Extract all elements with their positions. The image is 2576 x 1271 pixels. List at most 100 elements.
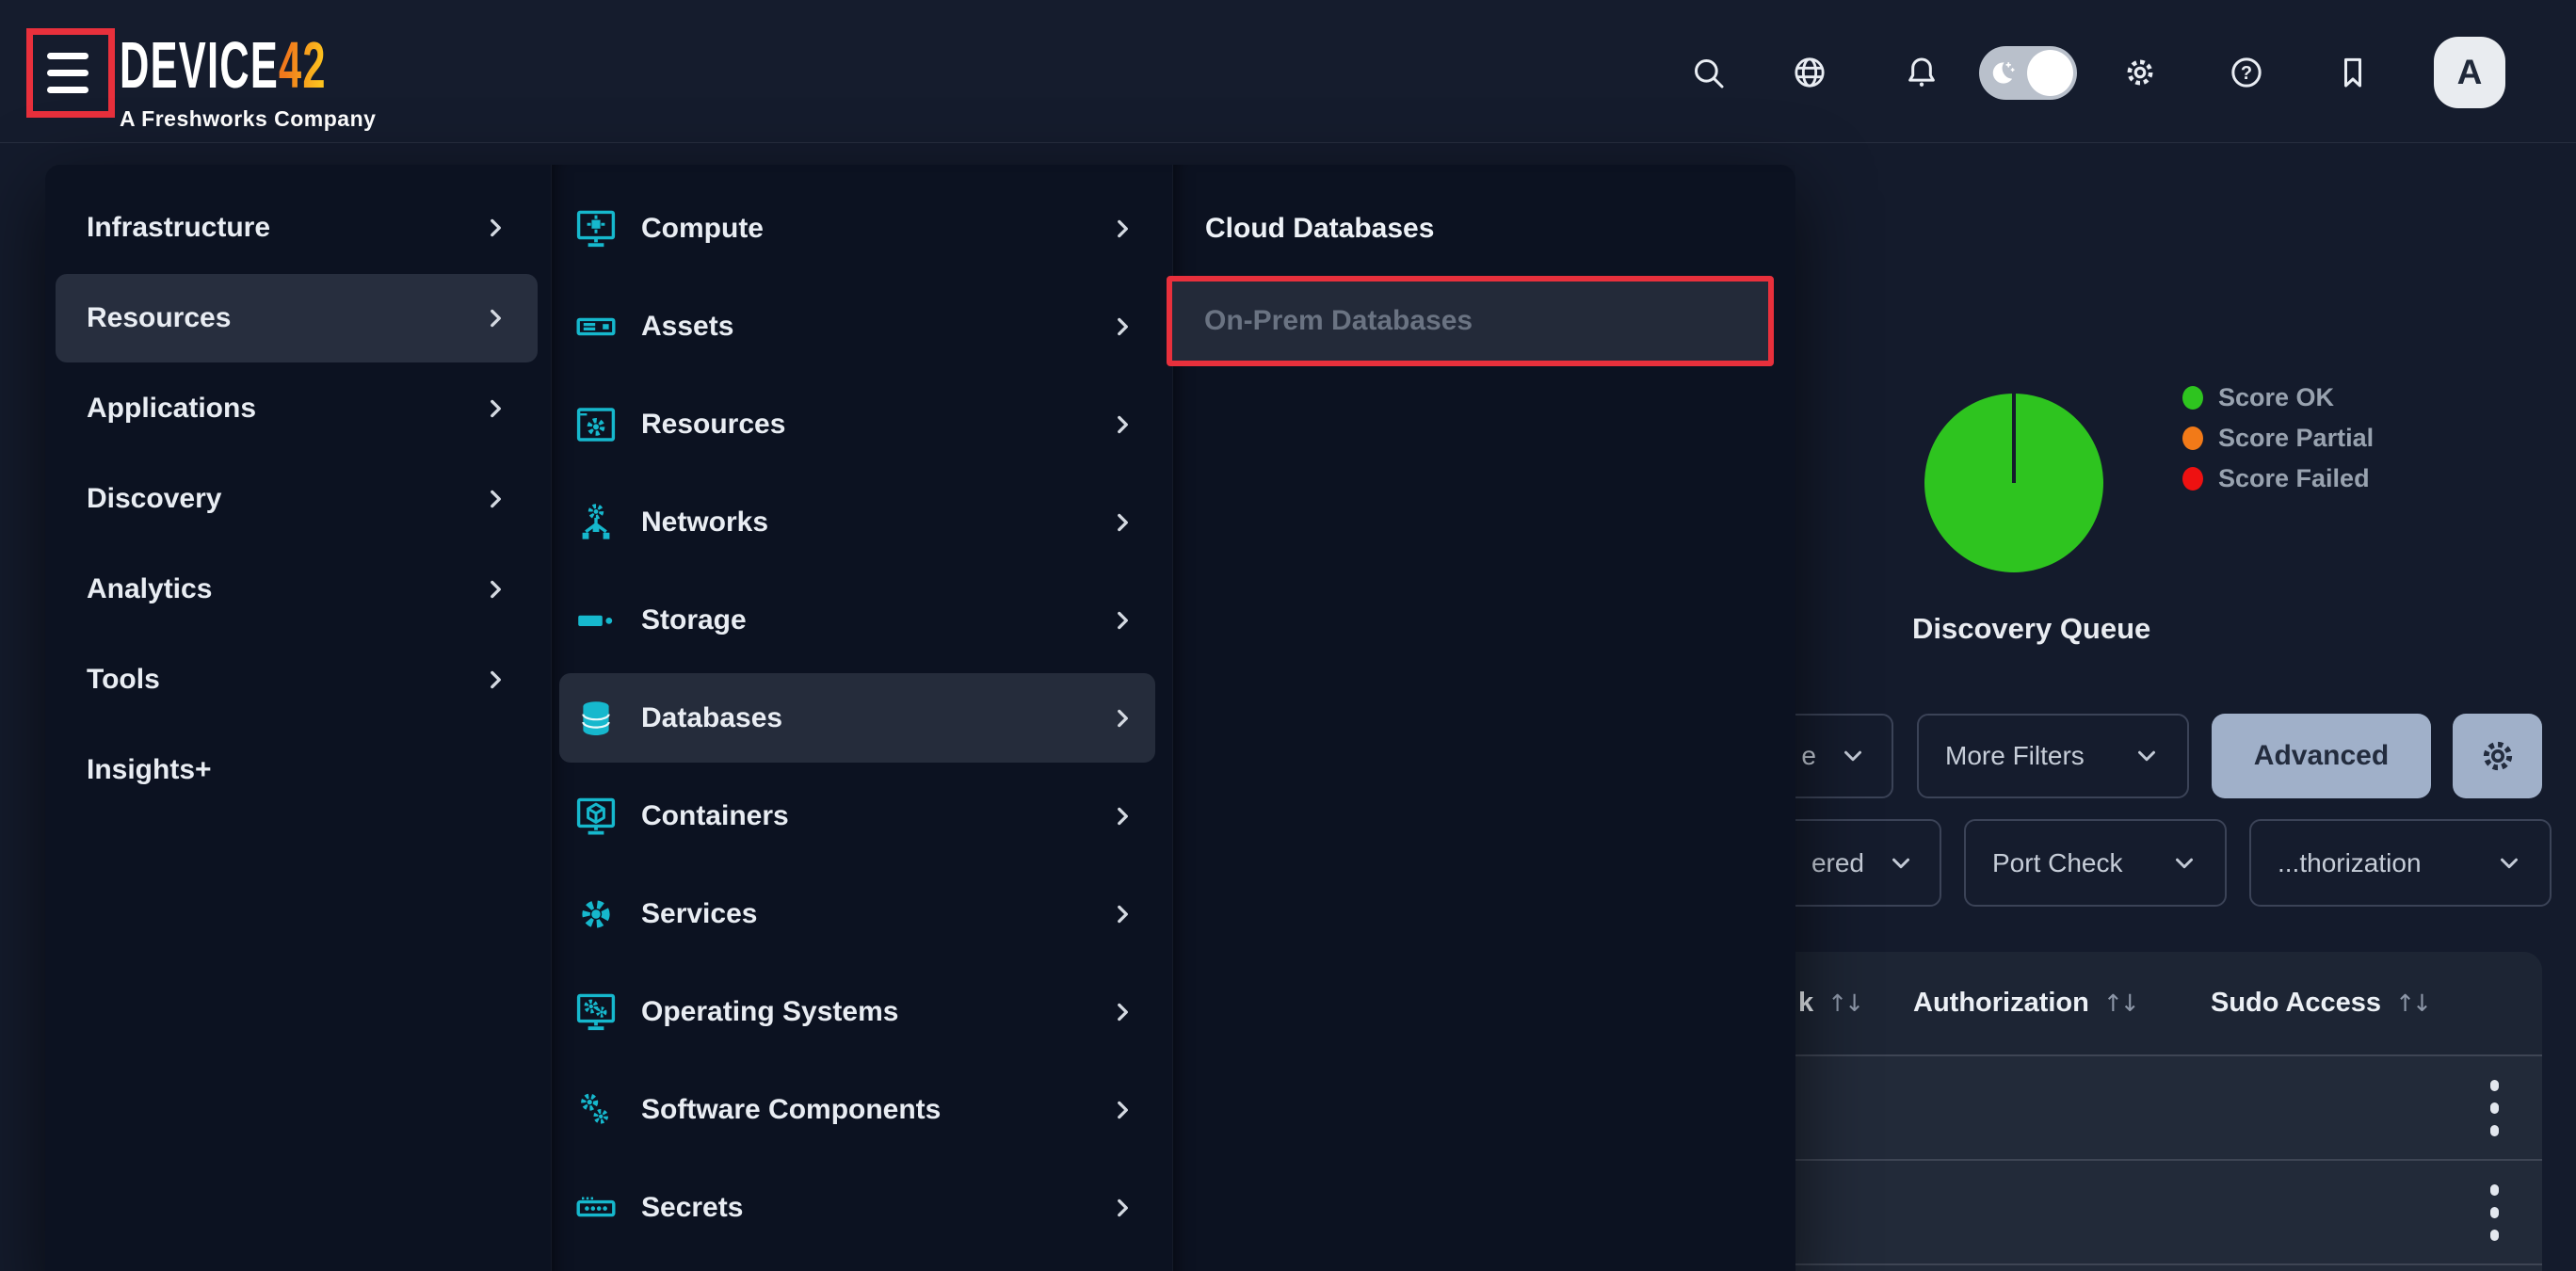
databases-icon — [573, 696, 619, 741]
menu-item-discovery[interactable]: Discovery — [56, 455, 538, 543]
menu-item-label: On-Prem Databases — [1204, 305, 1473, 337]
row-actions-kebab-icon[interactable] — [2485, 1179, 2504, 1247]
chevron-right-icon — [483, 306, 507, 330]
assets-icon — [573, 304, 619, 349]
filter-dropdown-label: ered — [1811, 848, 1864, 878]
menu-item-label: Services — [641, 898, 757, 930]
menu-item-label: Resources — [641, 409, 785, 441]
menu-item-analytics[interactable]: Analytics — [56, 545, 538, 634]
menu-item-tools[interactable]: Tools — [56, 636, 538, 724]
column-header-authorization[interactable]: Authorization ↑↓ — [1913, 952, 2137, 1054]
chevron-right-icon — [483, 396, 507, 421]
chevron-right-icon — [483, 216, 507, 240]
menu-item-databases[interactable]: Databases — [559, 673, 1155, 763]
search-button[interactable] — [1687, 52, 1729, 93]
legend-label: Score OK — [2218, 383, 2334, 412]
hamburger-menu-button[interactable] — [26, 28, 115, 118]
menu-item-resources-l2[interactable]: Resources — [559, 379, 1155, 469]
menu-item-label: Containers — [641, 800, 789, 832]
sort-icon[interactable]: ↑↓ — [2395, 989, 2429, 1017]
menu-level2-column: Compute Assets Resources — [551, 165, 1172, 1271]
more-filters-dropdown[interactable]: More Filters — [1917, 714, 2189, 798]
containers-icon — [573, 794, 619, 839]
chevron-right-icon — [1110, 412, 1135, 437]
score-partial-dot-icon — [2182, 426, 2203, 450]
menu-item-containers[interactable]: Containers — [559, 771, 1155, 861]
discovery-queue-pie-chart — [1924, 394, 2103, 572]
menu-item-label: Storage — [641, 604, 747, 636]
sort-icon[interactable]: ↑↓ — [1827, 989, 1861, 1017]
theme-toggle[interactable] — [1979, 46, 2077, 100]
operating-systems-icon — [573, 989, 619, 1035]
table-settings-button[interactable] — [2453, 714, 2542, 798]
device42-logo[interactable]: DEVICE42 A Freshworks Company — [120, 32, 454, 132]
menu-item-label: Discovery — [87, 483, 221, 515]
sort-icon[interactable]: ↑↓ — [2103, 989, 2137, 1017]
menu-level3-column: Cloud Databases On-Prem Databases — [1172, 165, 1795, 1271]
search-icon — [1689, 54, 1727, 91]
settings-gear-icon — [2120, 53, 2160, 92]
chevron-right-icon — [483, 668, 507, 692]
column-header-sudo-access[interactable]: Sudo Access ↑↓ — [2211, 952, 2429, 1054]
chevron-down-icon — [1839, 742, 1867, 770]
chevron-right-icon — [1110, 804, 1135, 829]
row-actions-kebab-icon[interactable] — [2485, 1074, 2504, 1142]
bookmarks-button[interactable] — [2332, 52, 2374, 93]
help-button[interactable]: ? — [2226, 52, 2267, 93]
menu-item-insights-plus[interactable]: Insights+ — [56, 726, 538, 814]
bookmark-icon — [2334, 54, 2372, 91]
advanced-button[interactable]: Advanced — [2212, 714, 2431, 798]
menu-item-label: Cloud Databases — [1205, 213, 1434, 245]
menu-item-label: Infrastructure — [87, 212, 270, 244]
chevron-right-icon — [1110, 217, 1135, 241]
software-components-icon — [573, 1087, 619, 1133]
logo-tagline: A Freshworks Company — [120, 106, 454, 132]
menu-item-cloud-databases[interactable]: Cloud Databases — [1173, 184, 1795, 273]
language-button[interactable] — [1789, 52, 1830, 93]
menu-item-label: Tools — [87, 664, 160, 696]
moon-icon — [1988, 58, 2017, 88]
legend-label: Score Partial — [2218, 424, 2374, 453]
menu-item-infrastructure[interactable]: Infrastructure — [56, 184, 538, 272]
port-check-dropdown[interactable]: Port Check — [1964, 819, 2227, 907]
chevron-right-icon — [1110, 608, 1135, 633]
score-ok-dot-icon — [2182, 386, 2203, 410]
menu-item-label: Resources — [87, 302, 231, 334]
logo-wordmark: DEVICE42 — [120, 32, 327, 98]
top-navigation-bar: DEVICE42 A Freshworks Company — [0, 0, 2576, 143]
chevron-right-icon — [1110, 706, 1135, 731]
user-avatar[interactable]: A — [2434, 37, 2505, 108]
menu-item-applications[interactable]: Applications — [56, 364, 538, 453]
secrets-icon — [573, 1185, 619, 1231]
help-icon: ? — [2228, 54, 2265, 91]
menu-item-services[interactable]: Services — [559, 869, 1155, 958]
menu-item-software-components[interactable]: Software Components — [559, 1065, 1155, 1154]
legend-item-score-partial: Score Partial — [2182, 418, 2374, 459]
menu-item-networks[interactable]: Networks — [559, 477, 1155, 567]
avatar-letter: A — [2457, 53, 2483, 92]
device42-app: Score OK Score Partial Score Failed Disc… — [0, 0, 2576, 1271]
menu-item-secrets[interactable]: Secrets — [559, 1163, 1155, 1252]
authorization-dropdown[interactable]: ...thorization — [2249, 819, 2552, 907]
menu-item-operating-systems[interactable]: Operating Systems — [559, 967, 1155, 1056]
toggle-knob — [2027, 50, 2073, 96]
legend-label: Score Failed — [2218, 464, 2370, 493]
menu-item-label: Analytics — [87, 573, 212, 605]
menu-item-label: Insights+ — [87, 754, 212, 786]
pie-slice-divider — [2012, 394, 2016, 483]
menu-item-on-prem-databases[interactable]: On-Prem Databases — [1167, 276, 1774, 366]
settings-button[interactable] — [2119, 52, 2161, 93]
chevron-right-icon — [1110, 1098, 1135, 1122]
networks-icon — [573, 500, 619, 545]
legend-item-score-ok: Score OK — [2182, 378, 2334, 418]
menu-item-assets[interactable]: Assets — [559, 282, 1155, 371]
menu-item-label: Software Components — [641, 1094, 941, 1126]
column-header-clipped[interactable]: k ↑↓ — [1798, 952, 1861, 1054]
menu-item-compute[interactable]: Compute — [559, 184, 1155, 273]
notifications-button[interactable] — [1901, 52, 1942, 93]
resources-icon — [573, 402, 619, 447]
legend-item-score-failed: Score Failed — [2182, 459, 2370, 499]
menu-item-storage[interactable]: Storage — [559, 575, 1155, 665]
menu-item-resources[interactable]: Resources — [56, 274, 538, 362]
chevron-right-icon — [1110, 510, 1135, 535]
